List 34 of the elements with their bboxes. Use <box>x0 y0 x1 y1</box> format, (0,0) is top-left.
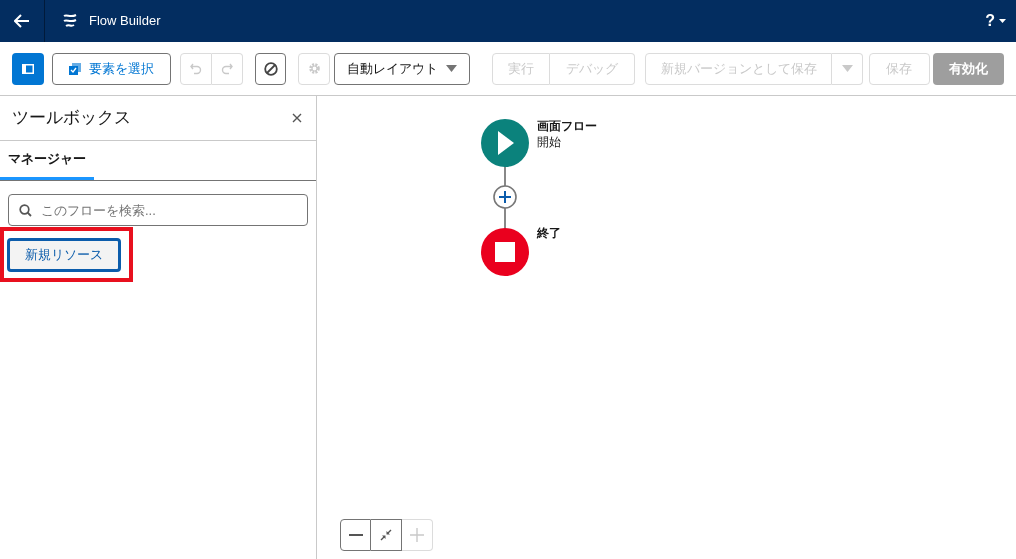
panel-title: ツールボックス <box>12 107 131 130</box>
search-field[interactable]: このフローを検索... <box>8 194 308 226</box>
close-icon <box>292 113 302 123</box>
flow-logo-icon <box>61 12 79 30</box>
block-button[interactable] <box>254 52 287 85</box>
caret-icon <box>999 19 1006 23</box>
dropdown-caret-icon <box>841 65 853 72</box>
collapse-arrows-icon <box>380 529 392 541</box>
new-resource-button[interactable]: 新規リソース <box>7 238 121 272</box>
select-icon <box>68 62 81 75</box>
start-node-icon[interactable] <box>481 119 529 167</box>
zoom-out-button[interactable] <box>340 519 371 551</box>
plus-icon <box>410 528 424 542</box>
undo-icon <box>189 62 202 75</box>
layout-dropdown[interactable]: 自動レイアウト <box>334 52 471 85</box>
dropdown-caret-icon <box>446 65 458 72</box>
add-element-button[interactable] <box>493 185 517 209</box>
help-button[interactable]: ? <box>985 9 1006 33</box>
node-title: 画面フロー <box>537 118 597 134</box>
tab[interactable]: マネージャー <box>0 141 94 180</box>
select-elements-button[interactable]: 要素を選択 <box>51 52 171 85</box>
minus-icon <box>348 534 363 536</box>
app-title: Flow Builder <box>89 12 161 31</box>
fit-view-button[interactable] <box>371 519 402 551</box>
end-node-icon[interactable] <box>481 228 529 276</box>
node-title: 終了 <box>537 225 561 242</box>
close-button[interactable] <box>290 111 304 125</box>
node-subtitle: 開始 <box>537 134 562 150</box>
settings-icon <box>307 62 321 75</box>
redo-icon <box>220 62 233 75</box>
panel-icon <box>21 63 34 74</box>
panel-toggle-button[interactable] <box>12 52 44 85</box>
back-arrow-icon <box>14 14 30 28</box>
block-icon <box>263 61 278 76</box>
